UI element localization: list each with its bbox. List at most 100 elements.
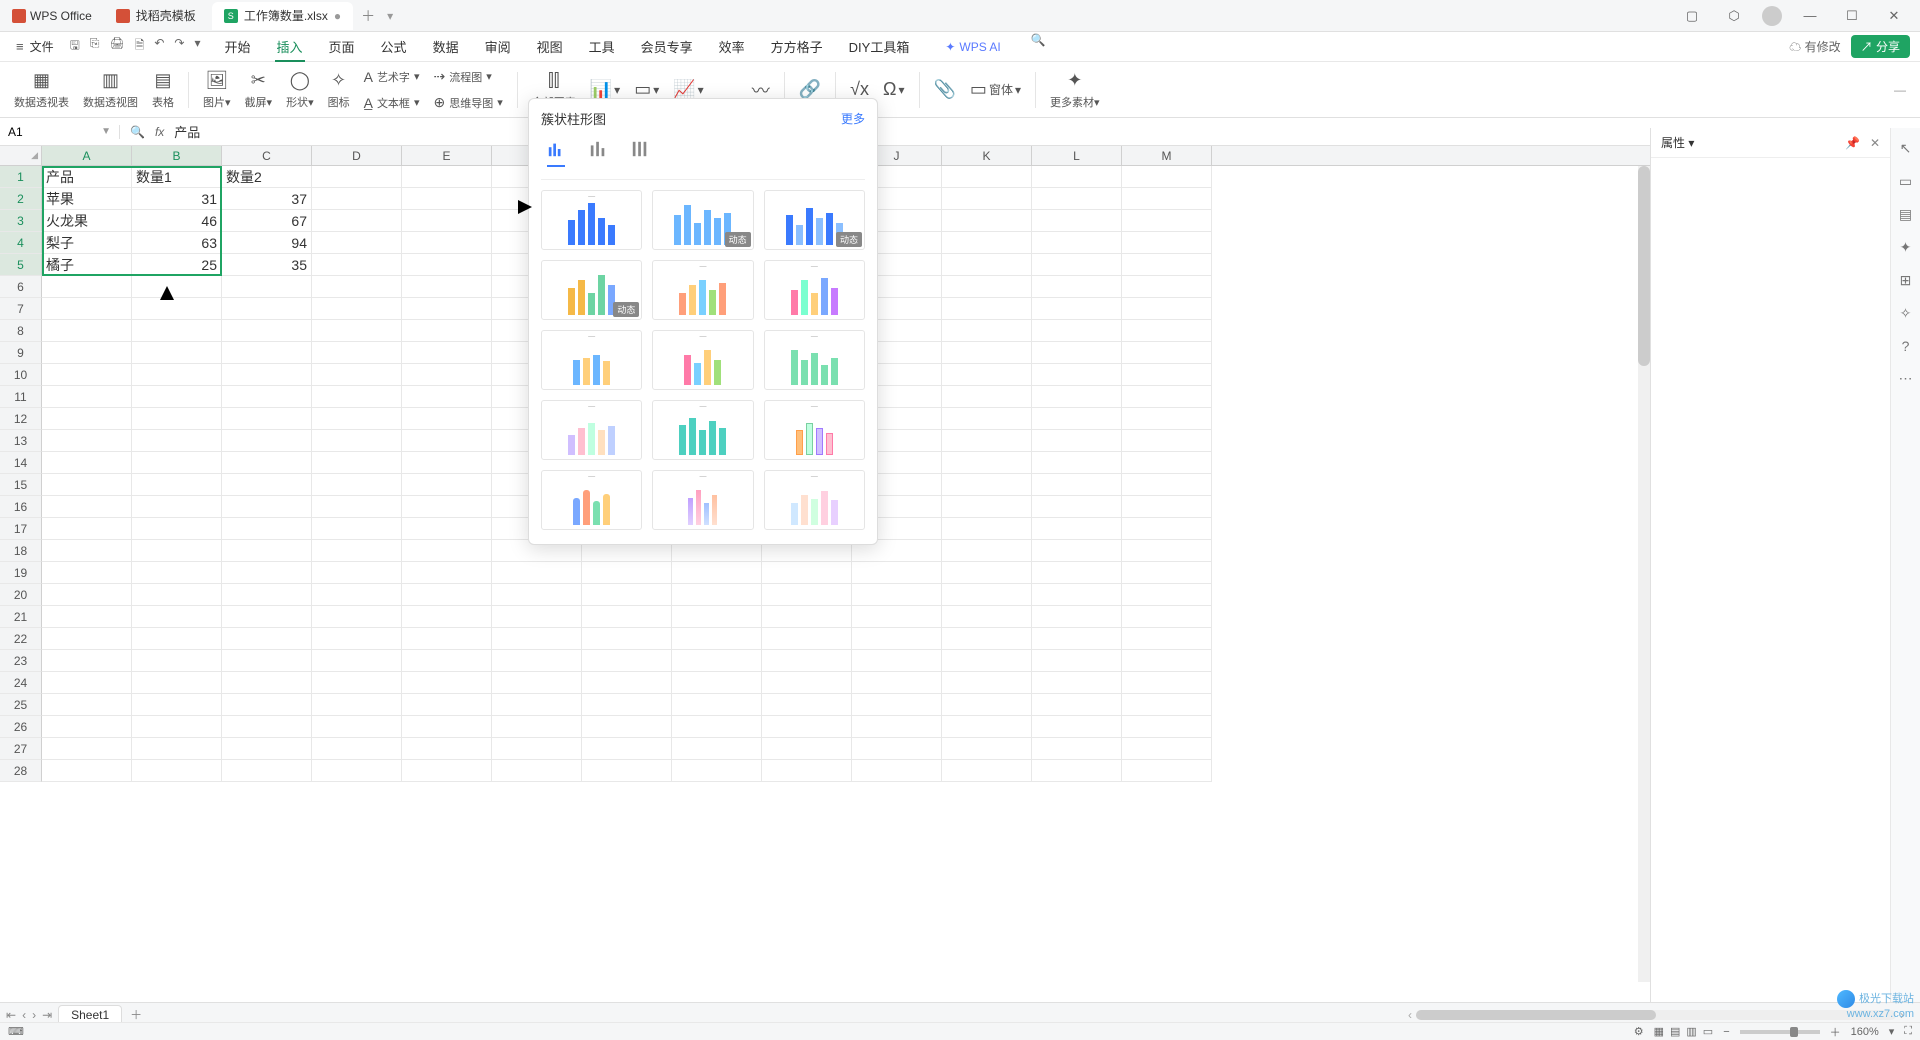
cell[interactable] xyxy=(492,760,582,782)
cell[interactable] xyxy=(312,342,402,364)
cell[interactable] xyxy=(132,496,222,518)
cell[interactable] xyxy=(492,738,582,760)
chart-thumb-9[interactable]: — xyxy=(764,330,865,390)
cell[interactable] xyxy=(42,474,132,496)
cell[interactable] xyxy=(222,540,312,562)
cell[interactable] xyxy=(1032,210,1122,232)
cell[interactable] xyxy=(312,584,402,606)
cell[interactable] xyxy=(672,738,762,760)
cell[interactable] xyxy=(402,232,492,254)
row-header[interactable]: 26 xyxy=(0,716,42,738)
cell[interactable] xyxy=(942,496,1032,518)
shape-button[interactable]: ◯形状▾ xyxy=(286,70,314,110)
column-chart-button[interactable]: 📊▾ xyxy=(590,79,620,100)
cell[interactable] xyxy=(42,364,132,386)
cell[interactable] xyxy=(312,254,402,276)
cell[interactable] xyxy=(42,430,132,452)
cell[interactable] xyxy=(42,584,132,606)
flowchart-button[interactable]: ⇢流程图 ▾ xyxy=(433,66,502,88)
cell[interactable] xyxy=(1122,232,1212,254)
redo-icon[interactable]: ↷ xyxy=(174,36,184,57)
cell[interactable] xyxy=(42,738,132,760)
cell[interactable] xyxy=(942,408,1032,430)
cell[interactable] xyxy=(672,584,762,606)
cell[interactable] xyxy=(402,166,492,188)
cell[interactable] xyxy=(42,716,132,738)
chart-thumb-15[interactable]: — xyxy=(764,470,865,530)
cell[interactable] xyxy=(222,430,312,452)
col-header[interactable]: M xyxy=(1122,146,1212,165)
cell[interactable] xyxy=(852,716,942,738)
cell[interactable] xyxy=(132,342,222,364)
save-icon[interactable]: 🖫 xyxy=(70,36,80,57)
cell[interactable] xyxy=(222,518,312,540)
cell[interactable] xyxy=(1122,562,1212,584)
cell[interactable]: 产品 xyxy=(42,166,132,188)
cell[interactable] xyxy=(312,672,402,694)
window-tab-icon[interactable]: ▢ xyxy=(1678,8,1706,24)
col-header[interactable]: D xyxy=(312,146,402,165)
sheet-nav-prev-icon[interactable]: ‹ xyxy=(22,1008,26,1022)
cell[interactable]: 37 xyxy=(222,188,312,210)
ribbon-tab-efficiency[interactable]: 效率 xyxy=(717,33,747,60)
cell[interactable] xyxy=(1122,474,1212,496)
cell[interactable] xyxy=(312,562,402,584)
more-materials-button[interactable]: ✦更多素材▾ xyxy=(1050,70,1100,110)
pivot-chart-button[interactable]: ▥数据透视图 xyxy=(83,70,138,110)
row-header[interactable]: 17 xyxy=(0,518,42,540)
cell[interactable] xyxy=(942,628,1032,650)
cell[interactable] xyxy=(762,606,852,628)
cell[interactable] xyxy=(852,760,942,782)
cell[interactable] xyxy=(222,452,312,474)
cell[interactable] xyxy=(1032,760,1122,782)
chart-thumb-gradient[interactable]: 动态 xyxy=(652,190,753,250)
cell[interactable] xyxy=(222,584,312,606)
chart-thumb-12[interactable]: — xyxy=(764,400,865,460)
cell[interactable] xyxy=(1032,606,1122,628)
cell[interactable] xyxy=(852,672,942,694)
cell[interactable]: 梨子 xyxy=(42,232,132,254)
cell[interactable] xyxy=(402,584,492,606)
chart-thumb-10[interactable]: — xyxy=(541,400,642,460)
cell[interactable] xyxy=(312,320,402,342)
cell[interactable] xyxy=(762,628,852,650)
cell[interactable] xyxy=(1122,408,1212,430)
cell[interactable] xyxy=(672,628,762,650)
picture-button[interactable]: 🖼图片▾ xyxy=(203,70,231,110)
cell[interactable] xyxy=(1032,628,1122,650)
cell[interactable] xyxy=(42,276,132,298)
cell[interactable] xyxy=(222,650,312,672)
cell[interactable] xyxy=(672,562,762,584)
cell[interactable] xyxy=(1032,694,1122,716)
cell[interactable] xyxy=(42,298,132,320)
cell[interactable] xyxy=(1122,628,1212,650)
row-header[interactable]: 24 xyxy=(0,672,42,694)
cell[interactable] xyxy=(132,628,222,650)
cell[interactable] xyxy=(1122,716,1212,738)
cell[interactable] xyxy=(132,540,222,562)
fx-icon[interactable]: fx xyxy=(155,125,164,139)
cell[interactable] xyxy=(942,232,1032,254)
cell[interactable] xyxy=(312,364,402,386)
cell[interactable] xyxy=(132,672,222,694)
link-button[interactable]: 🔗 xyxy=(799,79,821,100)
cell[interactable] xyxy=(1032,716,1122,738)
ribbon-tab-diy[interactable]: DIY工具箱 xyxy=(847,33,912,60)
cell[interactable]: 63 xyxy=(132,232,222,254)
share-button[interactable]: ↗ 分享 xyxy=(1851,35,1910,58)
cell[interactable] xyxy=(222,694,312,716)
cell[interactable] xyxy=(1122,166,1212,188)
ribbon-tab-page[interactable]: 页面 xyxy=(327,33,357,60)
cell[interactable] xyxy=(222,474,312,496)
row-header[interactable]: 5 xyxy=(0,254,42,276)
view-page-icon[interactable]: ▤ xyxy=(1670,1025,1680,1038)
row-header[interactable]: 19 xyxy=(0,562,42,584)
ribbon-tab-insert[interactable]: 插入 xyxy=(275,33,305,60)
maximize-button[interactable]: ☐ xyxy=(1838,8,1866,24)
qat-dropdown-icon[interactable]: ▾ xyxy=(194,36,200,57)
cell[interactable] xyxy=(402,672,492,694)
view-reading-icon[interactable]: ▭ xyxy=(1703,1025,1713,1038)
chart-thumb-6[interactable]: — xyxy=(764,260,865,320)
tab-document[interactable]: S 工作簿数量.xlsx ● xyxy=(212,2,353,30)
cell[interactable] xyxy=(1032,738,1122,760)
